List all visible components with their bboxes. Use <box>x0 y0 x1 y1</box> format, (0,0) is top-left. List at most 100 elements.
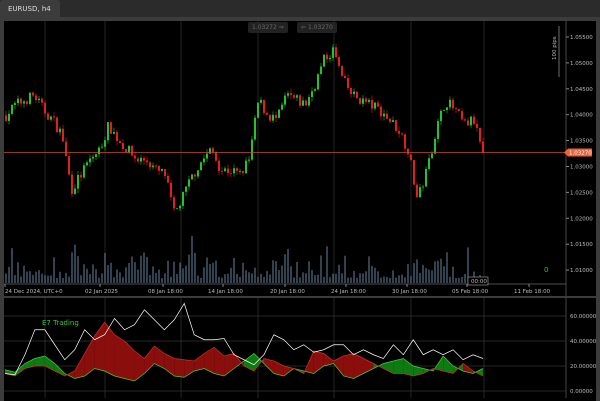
candle-body <box>419 187 421 198</box>
candle-body <box>176 208 178 210</box>
candle-body <box>29 92 31 104</box>
candle-body <box>116 132 118 142</box>
candle-body <box>356 91 358 99</box>
level-label: 40.00000 <box>570 339 597 345</box>
candle-body <box>428 158 430 169</box>
volume-counter: 0 <box>544 266 548 274</box>
candle-body <box>53 116 55 118</box>
candle-body <box>332 47 334 58</box>
price-label: 1.02500 <box>570 190 593 196</box>
time-label: 02 Jan 2025 <box>85 289 118 295</box>
candle-body <box>476 123 478 128</box>
candle-body <box>263 99 265 113</box>
candle-body <box>275 114 277 118</box>
candle-body <box>194 174 196 177</box>
chart-canvas[interactable]: 1.05500 1.05000 1.04500 1.04000 1.03500 1.030… <box>0 0 600 401</box>
candle-body <box>350 88 352 95</box>
candle-body <box>260 99 262 103</box>
candle-body <box>368 99 370 102</box>
candle-body <box>251 139 253 160</box>
candle-body <box>461 111 463 120</box>
candle-body <box>65 141 67 157</box>
candle-body <box>155 165 157 167</box>
candle-body <box>11 104 13 114</box>
candle-body <box>32 92 34 96</box>
candle-body <box>383 113 385 117</box>
candle-body <box>143 157 145 161</box>
arrow-right-icon: ⇒ <box>278 24 284 31</box>
candle-body <box>167 175 169 183</box>
time-label: 05 Feb 18:00 <box>452 289 489 295</box>
candle-body <box>407 148 409 155</box>
candle-body <box>227 168 229 173</box>
candle-body <box>59 128 61 133</box>
candle-body <box>365 98 367 102</box>
candle-body <box>215 152 217 161</box>
candle-body <box>173 197 175 209</box>
candle-body <box>203 158 205 163</box>
arrow-left-icon: ⇐ <box>301 24 307 31</box>
candle-body <box>287 93 289 96</box>
candle-body <box>38 98 40 101</box>
price-label: 1.04000 <box>570 113 593 119</box>
candle-body <box>161 168 163 171</box>
candle-body <box>248 159 250 161</box>
candle-body <box>242 170 244 174</box>
price-label: 1.01500 <box>570 242 593 248</box>
candle-body <box>197 170 199 177</box>
candle-body <box>125 149 127 153</box>
candle-body <box>269 114 271 121</box>
price-label: 1.05500 <box>570 35 593 41</box>
indicator-fill <box>343 353 354 379</box>
indicator-fill <box>174 358 185 378</box>
candle-body <box>341 65 343 76</box>
candle-body <box>326 54 328 60</box>
pip-ruler-label: 100 pips <box>552 36 558 60</box>
ask-quote[interactable]: ⇐ 1.03270 <box>297 22 337 33</box>
candle-body <box>101 146 103 148</box>
candle-body <box>164 168 166 176</box>
candle-body <box>467 120 469 126</box>
candle-body <box>170 182 172 198</box>
candle-body <box>140 157 142 162</box>
candle-body <box>296 95 298 98</box>
candle-body <box>17 98 19 104</box>
candle-body <box>119 141 121 144</box>
candle-body <box>440 110 442 122</box>
candle-body <box>347 78 349 89</box>
candle-body <box>80 174 82 178</box>
candle-body <box>113 132 115 134</box>
candle-body <box>254 117 256 140</box>
bid-price: 1.03272 <box>252 24 277 31</box>
candle-body <box>92 156 94 159</box>
candle-body <box>89 158 91 163</box>
candle-body <box>212 148 214 153</box>
candle-body <box>449 99 451 108</box>
candle-body <box>482 141 484 153</box>
candle-body <box>149 162 151 168</box>
time-label: 08 Jan 18:00 <box>148 289 183 295</box>
candle-body <box>305 100 307 106</box>
indicator-fill <box>114 334 125 379</box>
candle-body <box>320 66 322 75</box>
candle-body <box>338 57 340 66</box>
candle-body <box>104 140 106 147</box>
bid-quote[interactable]: 1.03272 ⇒ <box>248 22 288 33</box>
candle-body <box>290 93 292 96</box>
candle-body <box>98 147 100 155</box>
candle-body <box>146 160 148 163</box>
candle-body <box>434 138 436 154</box>
candle-body <box>281 104 283 110</box>
price-label: 1.03000 <box>570 165 593 171</box>
candle-body <box>392 120 394 122</box>
candle-body <box>308 97 310 106</box>
candle-body <box>329 57 331 60</box>
candle-body <box>389 118 391 122</box>
candle-body <box>152 165 154 168</box>
candle-body <box>230 172 232 174</box>
candle-body <box>413 160 415 185</box>
candle-body <box>95 154 97 157</box>
candle-body <box>26 101 28 104</box>
level-label: 0.00000 <box>570 389 593 395</box>
candle-body <box>317 74 319 90</box>
